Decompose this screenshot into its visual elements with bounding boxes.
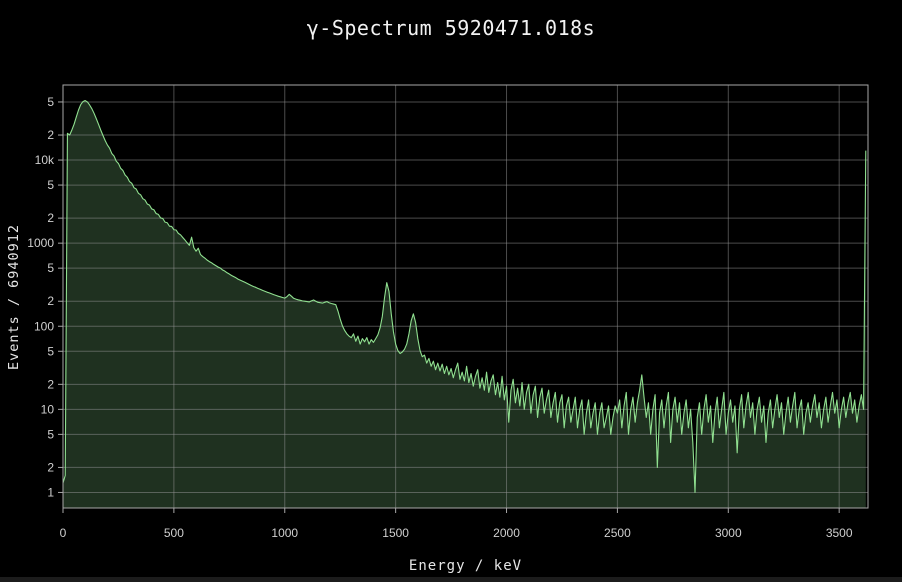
y-tick-label: 5 <box>47 95 54 109</box>
y-tick-label: 2 <box>47 128 54 142</box>
window-bottom-edge <box>0 577 902 582</box>
y-tick-label: 1 <box>47 485 54 499</box>
x-tick-label: 0 <box>60 526 67 540</box>
y-tick-label: 5 <box>47 261 54 275</box>
spectrum-fill <box>63 101 866 508</box>
x-tick-label: 3500 <box>826 526 853 540</box>
spectrum-app-window: γ-Spectrum 5920471.018s Events / 6940912… <box>0 0 902 582</box>
x-tick-label: 1000 <box>271 526 298 540</box>
y-tick-label: 2 <box>47 460 54 474</box>
y-tick-label: 5 <box>47 178 54 192</box>
x-tick-label: 500 <box>164 526 184 540</box>
x-tick-label: 3000 <box>715 526 742 540</box>
y-tick-label: 10k <box>35 153 55 167</box>
x-tick-label: 2000 <box>493 526 520 540</box>
y-tick-label: 5 <box>47 344 54 358</box>
y-tick-label: 5 <box>47 427 54 441</box>
spectrum-plot-area[interactable]: 0 500 1000 1500 2000 2500 3000 3500 1 2 5 10 2 5 100 2 5… <box>0 0 902 582</box>
y-tick-label: 100 <box>34 319 54 333</box>
y-tick-label: 2 <box>47 294 54 308</box>
x-tick-label: 1500 <box>382 526 409 540</box>
y-tick-label: 2 <box>47 377 54 391</box>
x-tick-label: 2500 <box>604 526 631 540</box>
y-tick-label: 10 <box>41 402 55 416</box>
x-axis-label: Energy / keV <box>63 558 868 574</box>
y-tick-label: 1000 <box>27 236 54 250</box>
y-tick-label: 2 <box>47 211 54 225</box>
